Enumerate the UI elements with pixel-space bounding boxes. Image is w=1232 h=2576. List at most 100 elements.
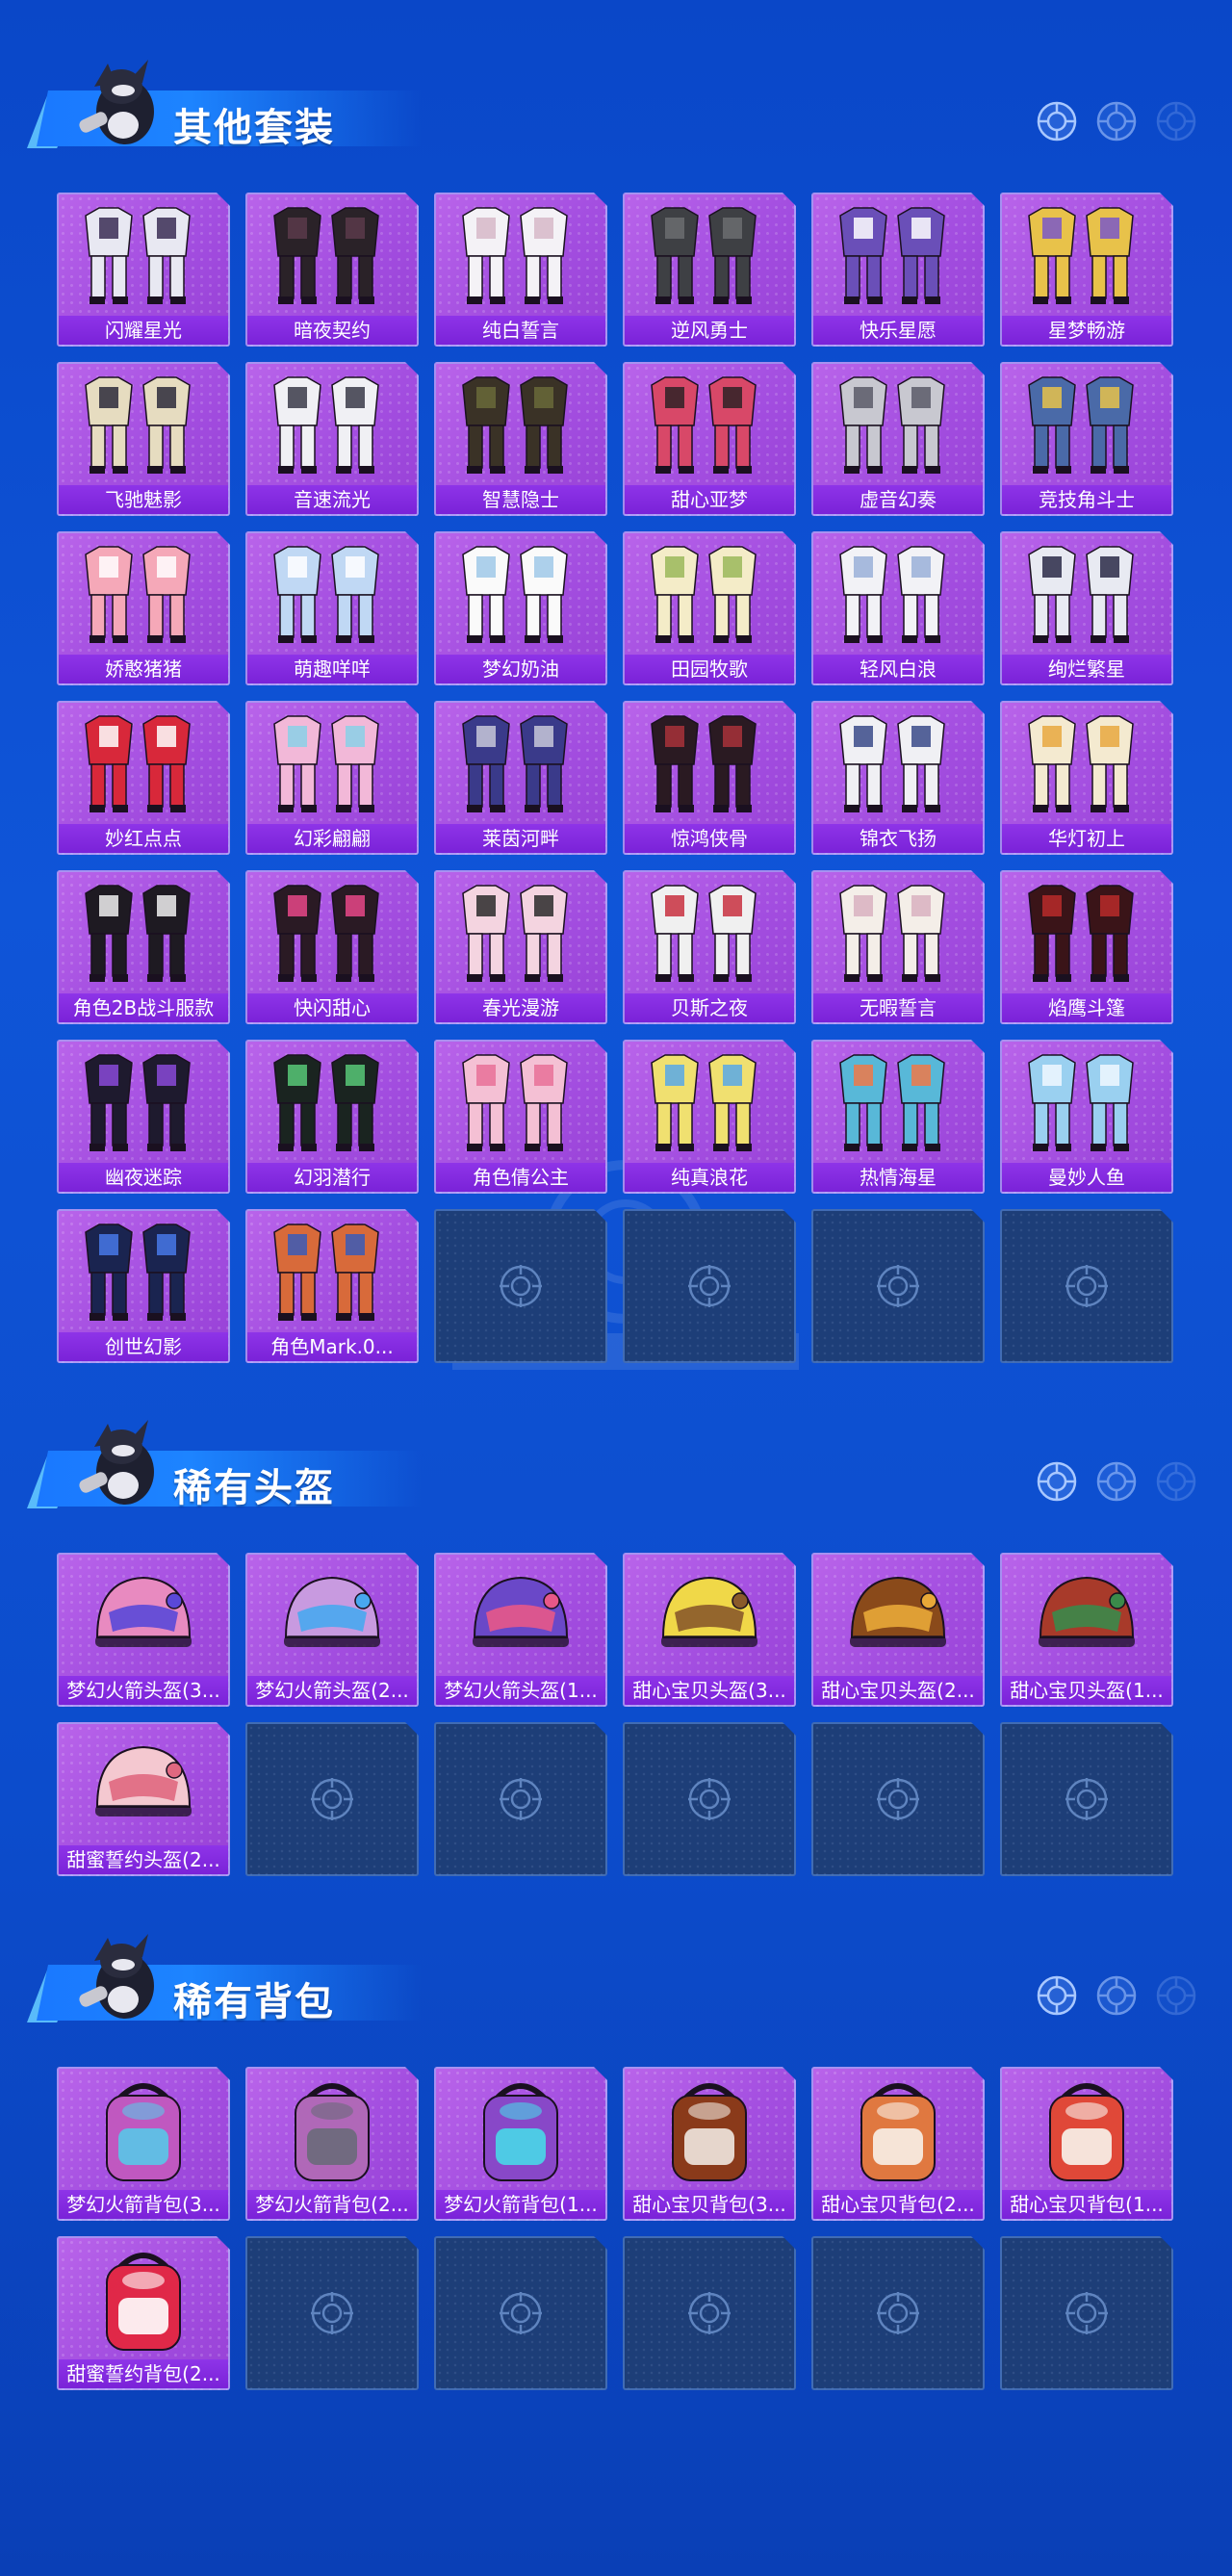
outfit-icon (247, 1211, 417, 1332)
empty-slot (623, 2236, 796, 2390)
item-card[interactable]: 萌趣咩咩 (245, 531, 419, 685)
item-card[interactable]: 热情海星 (811, 1040, 985, 1194)
item-card[interactable]: 曼妙人鱼 (1000, 1040, 1173, 1194)
item-card[interactable]: 梦幻火箭头盔(1... (434, 1553, 607, 1707)
helmet-icon (247, 1555, 417, 1676)
item-card[interactable]: 闪耀星光 (57, 193, 230, 347)
crosshair-icon (1062, 1261, 1112, 1311)
item-name: 锦衣飞扬 (813, 824, 983, 853)
reticle-icon (1156, 1975, 1196, 2016)
empty-slot (811, 2236, 985, 2390)
item-name: 贝斯之夜 (625, 993, 794, 1022)
section-title: 稀有背包 (173, 1980, 335, 2024)
backpack-icon (59, 2238, 228, 2359)
item-name: 虚音幻奏 (813, 485, 983, 514)
outfit-icon (813, 194, 983, 316)
outfit-icon (436, 194, 605, 316)
crosshair-icon (1062, 1774, 1112, 1824)
crosshair-icon (684, 1774, 734, 1824)
item-name: 甜心宝贝背包(2... (813, 2190, 983, 2219)
item-card[interactable]: 惊鸿侠骨 (623, 701, 796, 855)
item-card[interactable]: 锦衣飞扬 (811, 701, 985, 855)
crosshair-icon (684, 2288, 734, 2338)
crosshair-icon (873, 1261, 923, 1311)
item-card[interactable]: 甜心宝贝背包(1... (1000, 2067, 1173, 2221)
item-card[interactable]: 逆风勇士 (623, 193, 796, 347)
item-card[interactable]: 纯白誓言 (434, 193, 607, 347)
item-card[interactable]: 梦幻火箭头盔(3... (57, 1553, 230, 1707)
item-card[interactable]: 幻彩翩翩 (245, 701, 419, 855)
outfit-icon (813, 1042, 983, 1163)
item-card[interactable]: 智慧隐士 (434, 362, 607, 516)
item-name: 梦幻火箭头盔(3... (59, 1676, 228, 1705)
item-card[interactable]: 梦幻奶油 (434, 531, 607, 685)
item-card[interactable]: 甜心宝贝头盔(2... (811, 1553, 985, 1707)
item-card[interactable]: 轻风白浪 (811, 531, 985, 685)
backpack-icon (1002, 2069, 1171, 2190)
item-name: 热情海星 (813, 1163, 983, 1192)
item-card[interactable]: 飞驰魅影 (57, 362, 230, 516)
empty-slot (434, 1722, 607, 1876)
outfit-icon (436, 703, 605, 824)
item-card[interactable]: 角色2B战斗服款 (57, 870, 230, 1024)
item-card[interactable]: 星梦畅游 (1000, 193, 1173, 347)
item-card[interactable]: 快乐星愿 (811, 193, 985, 347)
item-card[interactable]: 暗夜契约 (245, 193, 419, 347)
item-card[interactable]: 梦幻火箭背包(1... (434, 2067, 607, 2221)
item-name: 甜心宝贝背包(1... (1002, 2190, 1171, 2219)
item-card[interactable]: 创世幻影 (57, 1209, 230, 1363)
outfit-icon (59, 533, 228, 655)
item-card[interactable]: 音速流光 (245, 362, 419, 516)
outfit-icon (436, 872, 605, 993)
item-name: 甜心宝贝头盔(1... (1002, 1676, 1171, 1705)
item-card[interactable]: 快闪甜心 (245, 870, 419, 1024)
item-card[interactable]: 妙红点点 (57, 701, 230, 855)
item-card[interactable]: 梦幻火箭背包(2... (245, 2067, 419, 2221)
reticle-icon (1096, 1461, 1137, 1502)
crosshair-icon (307, 1774, 357, 1824)
item-card[interactable]: 竞技角斗士 (1000, 362, 1173, 516)
item-name: 轻风白浪 (813, 655, 983, 683)
item-name: 春光漫游 (436, 993, 605, 1022)
item-card[interactable]: 甜心宝贝头盔(1... (1000, 1553, 1173, 1707)
item-card[interactable]: 甜蜜誓约背包(2... (57, 2236, 230, 2390)
outfit-icon (625, 1042, 794, 1163)
item-name: 焰鹰斗篷 (1002, 993, 1171, 1022)
item-name: 创世幻影 (59, 1332, 228, 1361)
item-card[interactable]: 华灯初上 (1000, 701, 1173, 855)
item-card[interactable]: 梦幻火箭头盔(2... (245, 1553, 419, 1707)
outfit-icon (59, 194, 228, 316)
item-card[interactable]: 莱茵河畔 (434, 701, 607, 855)
outfit-icon (247, 703, 417, 824)
item-card[interactable]: 贝斯之夜 (623, 870, 796, 1024)
item-card[interactable]: 纯真浪花 (623, 1040, 796, 1194)
helmet-icon (59, 1555, 228, 1676)
item-card[interactable]: 幽夜迷踪 (57, 1040, 230, 1194)
empty-slot (811, 1722, 985, 1876)
item-card[interactable]: 甜心宝贝背包(3... (623, 2067, 796, 2221)
header-decoration (1036, 1974, 1197, 2017)
item-card[interactable]: 甜心宝贝背包(2... (811, 2067, 985, 2221)
item-card[interactable]: 田园牧歌 (623, 531, 796, 685)
item-card[interactable]: 甜蜜誓约头盔(2... (57, 1722, 230, 1876)
outfit-icon (59, 1211, 228, 1332)
item-card[interactable]: 春光漫游 (434, 870, 607, 1024)
outfit-icon (625, 703, 794, 824)
crosshair-icon (873, 2288, 923, 2338)
item-name: 梦幻奶油 (436, 655, 605, 683)
item-card[interactable]: 甜心亚梦 (623, 362, 796, 516)
item-card[interactable]: 幻羽潜行 (245, 1040, 419, 1194)
item-card[interactable]: 娇憨猪猪 (57, 531, 230, 685)
item-card[interactable]: 虚音幻奏 (811, 362, 985, 516)
reticle-icon (1037, 1975, 1077, 2016)
outfit-icon (59, 1042, 228, 1163)
item-grid: 梦幻火箭头盔(3... 梦幻火箭头盔(2... 梦幻火箭头盔(1... 甜心宝贝头盔(… (57, 1553, 1173, 1876)
item-card[interactable]: 焰鹰斗篷 (1000, 870, 1173, 1024)
item-card[interactable]: 甜心宝贝头盔(3... (623, 1553, 796, 1707)
item-card[interactable]: 角色倩公主 (434, 1040, 607, 1194)
item-card[interactable]: 无暇誓言 (811, 870, 985, 1024)
item-card[interactable]: 绚烂繁星 (1000, 531, 1173, 685)
item-card[interactable]: 梦幻火箭背包(3... (57, 2067, 230, 2221)
item-card[interactable]: 角色Mark.0... (245, 1209, 419, 1363)
mascot-icon (79, 60, 154, 144)
